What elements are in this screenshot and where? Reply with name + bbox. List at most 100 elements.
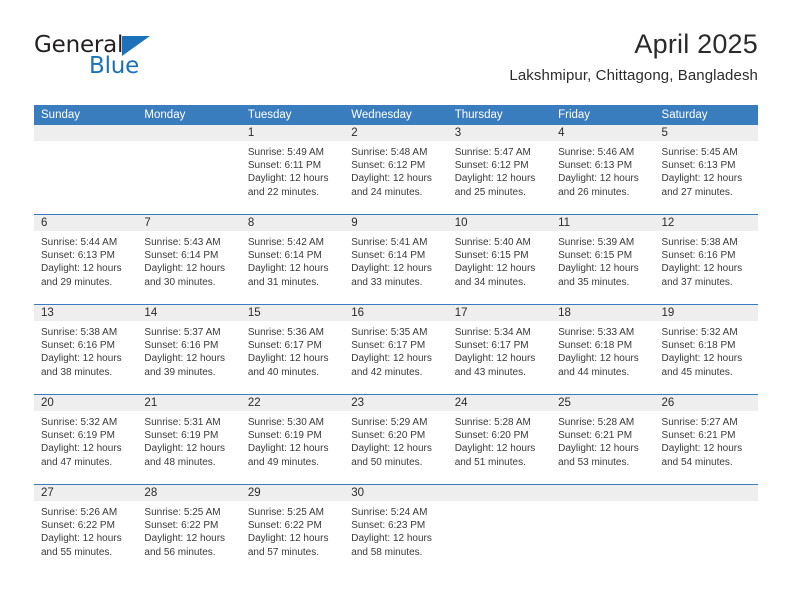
daylight-duration-line1: Daylight: 12 hours [144,533,226,545]
day-number: 27 [34,485,138,501]
title-block: April 2025 Lakshmipur, Chittagong, Bangl… [509,28,758,86]
day-cell[interactable]: 2 Sunrise: 5:48 AM Sunset: 6:12 PM Daylight… [344,125,448,214]
weekday-header-sunday: Sunday [41,109,81,121]
day-cell[interactable]: 24 Sunrise: 5:28 AM Sunset: 6:20 PM Dayligh… [447,395,552,484]
day-cell[interactable]: 26 Sunrise: 5:27 AM Sunset: 6:21 PM Dayligh… [654,395,758,484]
day-cell[interactable]: 28 Sunrise: 5:25 AM Sunset: 6:22 PM Dayligh… [137,485,241,575]
day-number: 28 [137,485,241,501]
sunrise-time: Sunrise: 5:35 AM [351,327,428,338]
sunrise-time: Sunrise: 5:38 AM [661,237,738,248]
daylight-duration-line1: Daylight: 12 hours [454,263,536,275]
daylight-duration-line2: and 43 minutes. [454,366,526,378]
day-cell[interactable]: 13 Sunrise: 5:38 AM Sunset: 6:16 PM Dayligh… [34,305,138,394]
daylight-duration-line1: Daylight: 12 hours [247,173,329,185]
daylight-duration-line2: and 25 minutes. [454,186,526,198]
day-cell[interactable]: 22 Sunrise: 5:30 AM Sunset: 6:19 PM Dayligh… [240,395,345,484]
day-cell[interactable]: 9 Sunrise: 5:41 AM Sunset: 6:14 PM Daylight… [344,215,448,304]
sunrise-time: Sunrise: 5:28 AM [454,417,531,428]
day-number: 30 [344,485,448,501]
day-cell[interactable]: 25 Sunrise: 5:28 AM Sunset: 6:21 PM Dayligh… [551,395,655,484]
day-cell[interactable]: 30 Sunrise: 5:24 AM Sunset: 6:23 PM Dayligh… [344,485,448,575]
day-cell[interactable]: 21 Sunrise: 5:31 AM Sunset: 6:19 PM Dayligh… [137,395,241,484]
day-details: Sunrise: 5:29 AM Sunset: 6:20 PM Daylight:… [344,411,447,469]
sunset-time: Sunset: 6:17 PM [247,340,322,352]
day-number: 20 [34,395,138,411]
day-cell[interactable]: 11 Sunrise: 5:39 AM Sunset: 6:15 PM Dayligh… [551,215,655,304]
day-cell[interactable]: 29 Sunrise: 5:25 AM Sunset: 6:22 PM Dayligh… [240,485,345,575]
day-details: Sunrise: 5:39 AM Sunset: 6:15 PM Daylight:… [551,231,654,289]
weekday-header-monday: Monday [144,109,186,121]
day-cell[interactable]: 27 Sunrise: 5:26 AM Sunset: 6:22 PM Dayligh… [34,485,138,575]
day-cell[interactable]: 15 Sunrise: 5:36 AM Sunset: 6:17 PM Dayligh… [240,305,345,394]
day-cell[interactable]: 8 Sunrise: 5:42 AM Sunset: 6:14 PM Daylight… [240,215,345,304]
day-cell[interactable]: 19 Sunrise: 5:32 AM Sunset: 6:18 PM Dayligh… [654,305,758,394]
day-details: Sunrise: 5:26 AM Sunset: 6:22 PM Daylight:… [34,501,137,559]
day-number: 17 [447,305,552,321]
day-cell[interactable]: 20 Sunrise: 5:32 AM Sunset: 6:19 PM Dayligh… [34,395,138,484]
day-cell[interactable]: 4 Sunrise: 5:46 AM Sunset: 6:13 PM Daylight… [551,125,655,214]
daylight-duration-line1: Daylight: 12 hours [41,353,122,365]
sunrise-time: Sunrise: 5:32 AM [41,417,118,428]
day-number: 8 [240,215,345,231]
daylight-duration-line2: and 30 minutes. [144,276,216,288]
sunset-time: Sunset: 6:14 PM [247,250,322,262]
daylight-duration-line1: Daylight: 12 hours [41,443,122,455]
day-cell[interactable]: 10 Sunrise: 5:40 AM Sunset: 6:15 PM Dayligh… [447,215,552,304]
daylight-duration-line2: and 42 minutes. [351,366,423,378]
sunset-time: Sunset: 6:17 PM [351,340,426,352]
sunrise-time: Sunrise: 5:49 AM [247,147,324,158]
day-number: 21 [137,395,241,411]
day-number: 5 [654,125,758,141]
day-cell[interactable]: 7 Sunrise: 5:43 AM Sunset: 6:14 PM Daylight… [137,215,241,304]
daylight-duration-line1: Daylight: 12 hours [454,353,536,365]
daylight-duration-line1: Daylight: 12 hours [661,173,743,185]
daylight-duration-line1: Daylight: 12 hours [351,443,432,455]
weekday-header-friday: Friday [558,109,591,121]
sunrise-time: Sunrise: 5:24 AM [351,507,428,518]
daylight-duration-line1: Daylight: 12 hours [558,353,639,365]
day-number: 11 [551,215,655,231]
day-cell[interactable]: 6 Sunrise: 5:44 AM Sunset: 6:13 PM Daylight… [34,215,138,304]
sunrise-time: Sunrise: 5:27 AM [661,417,738,428]
general-blue-logo[interactable]: General Blue [34,32,164,84]
day-cell-empty [447,485,552,575]
sunset-time: Sunset: 6:12 PM [454,160,529,172]
daylight-duration-line2: and 49 minutes. [247,456,320,468]
day-number [447,485,552,501]
day-cell[interactable]: 1 Sunrise: 5:49 AM Sunset: 6:11 PM Daylight… [240,125,345,214]
sunrise-time: Sunrise: 5:41 AM [351,237,428,248]
sunset-time: Sunset: 6:21 PM [661,430,736,442]
day-cell[interactable]: 5 Sunrise: 5:45 AM Sunset: 6:13 PM Daylight… [654,125,758,214]
day-cell[interactable]: 16 Sunrise: 5:35 AM Sunset: 6:17 PM Dayligh… [344,305,448,394]
day-number: 22 [240,395,345,411]
day-cell[interactable]: 18 Sunrise: 5:33 AM Sunset: 6:18 PM Dayligh… [551,305,655,394]
day-number [654,485,758,501]
sunset-time: Sunset: 6:16 PM [661,250,736,262]
weekday-header-row: Sunday Monday Tuesday Wednesday Thursday Frid… [34,105,758,125]
daylight-duration-line2: and 26 minutes. [558,186,630,198]
day-number [137,125,241,141]
sunrise-time: Sunrise: 5:46 AM [558,147,635,158]
day-details: Sunrise: 5:28 AM Sunset: 6:21 PM Daylight:… [551,411,654,469]
daylight-duration-line1: Daylight: 12 hours [41,533,122,545]
sunrise-time: Sunrise: 5:33 AM [558,327,635,338]
sunrise-time: Sunrise: 5:31 AM [144,417,221,428]
day-details: Sunrise: 5:47 AM Sunset: 6:12 PM Daylight:… [448,141,551,199]
sunset-time: Sunset: 6:17 PM [454,340,529,352]
daylight-duration-line1: Daylight: 12 hours [558,443,639,455]
daylight-duration-line2: and 37 minutes. [661,276,733,288]
day-cell[interactable]: 14 Sunrise: 5:37 AM Sunset: 6:16 PM Dayligh… [137,305,241,394]
sunrise-time: Sunrise: 5:48 AM [351,147,428,158]
day-cell[interactable]: 23 Sunrise: 5:29 AM Sunset: 6:20 PM Dayligh… [344,395,448,484]
day-details: Sunrise: 5:34 AM Sunset: 6:17 PM Daylight:… [448,321,551,379]
day-details: Sunrise: 5:35 AM Sunset: 6:17 PM Daylight:… [344,321,447,379]
sunrise-time: Sunrise: 5:28 AM [558,417,635,428]
day-number: 19 [654,305,758,321]
daylight-duration-line1: Daylight: 12 hours [351,533,432,545]
sunset-time: Sunset: 6:20 PM [454,430,529,442]
day-cell[interactable]: 12 Sunrise: 5:38 AM Sunset: 6:16 PM Dayligh… [654,215,758,304]
day-cell[interactable]: 3 Sunrise: 5:47 AM Sunset: 6:12 PM Daylight… [447,125,552,214]
page-header: General Blue April 2025 Lakshmipur, Chit… [34,28,758,98]
sunset-time: Sunset: 6:15 PM [558,250,633,262]
day-cell[interactable]: 17 Sunrise: 5:34 AM Sunset: 6:17 PM Dayligh… [447,305,552,394]
